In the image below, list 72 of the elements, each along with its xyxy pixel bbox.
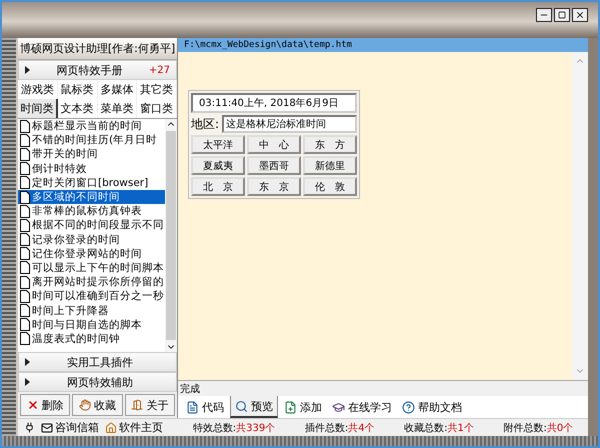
effect-list-item[interactable]: 定时关闭窗口[browser]	[18, 176, 165, 190]
footer-link[interactable]: 软件主页	[105, 420, 163, 435]
total-count: 特效总数:共339个	[192, 422, 276, 434]
category-tab[interactable]: 游戏类	[18, 80, 58, 99]
hand-icon	[78, 399, 91, 411]
category-tab[interactable]: 菜单类	[98, 99, 138, 118]
minimize-button[interactable]	[536, 8, 552, 22]
section-header[interactable]: 网页特效手册 +27	[18, 60, 177, 80]
action-button[interactable]: 收藏	[72, 394, 123, 416]
document-icon	[186, 400, 199, 414]
count-label: +27	[148, 64, 170, 76]
clock-field: 03:11:40上午, 2018年6月9日	[191, 93, 357, 113]
zone-button[interactable]: 夏威夷	[191, 156, 245, 175]
section-header[interactable]: 网页特效辅助	[18, 372, 177, 392]
section-label: 网页特效手册	[55, 62, 124, 78]
effect-list-item[interactable]: 多区域的不同时间	[18, 190, 165, 204]
cross-icon	[26, 399, 39, 411]
effect-list-item[interactable]: 非常棒的鼠标仿真钟表	[18, 204, 165, 218]
effect-list-item[interactable]: 根据不同的时间段显示不同	[18, 218, 165, 232]
zone-button[interactable]: 新德里	[303, 156, 357, 175]
total-count: 附件总数:共0个	[503, 422, 574, 434]
home-icon	[105, 422, 117, 434]
effect-list-item[interactable]: 时间与日期自选的脚本	[18, 318, 165, 332]
maximize-button[interactable]	[554, 8, 570, 22]
view-tab[interactable]: 预览	[230, 396, 278, 418]
effect-list-item[interactable]: 不错的时间挂历(年月日时	[18, 133, 165, 148]
zone-button[interactable]: 伦 敦	[303, 177, 357, 196]
file-path: F:\mcmx_WebDesign\data\temp.htm	[178, 38, 588, 52]
zone-button[interactable]: 太平洋	[191, 135, 245, 154]
plug-icon	[24, 422, 35, 433]
effect-list-item[interactable]: 时间可以准确到百分之一秒	[18, 289, 165, 304]
zone-button[interactable]: 东 京	[247, 177, 301, 196]
effect-list-item[interactable]: 标题栏显示当前的时间	[18, 119, 165, 134]
category-tab[interactable]: 其它类	[137, 80, 177, 99]
effect-list-item[interactable]: 记住你登录网站的时间	[18, 246, 165, 261]
effect-list-item[interactable]: 倒计时特效	[18, 162, 165, 176]
section-label: 网页特效辅助	[66, 374, 134, 390]
zone-button[interactable]: 东 方	[303, 135, 357, 154]
action-button[interactable]: 关于	[124, 394, 175, 416]
region-field: 这是格林尼治标准时间	[222, 115, 357, 133]
section-header[interactable]: 实用工具插件	[18, 352, 177, 372]
door-icon	[131, 399, 144, 411]
envelope-icon	[41, 422, 53, 434]
zone-button[interactable]: 中 心	[247, 135, 301, 154]
category-tab[interactable]: 文本类	[58, 99, 98, 118]
close-button[interactable]	[572, 8, 588, 22]
zone-button[interactable]: 墨西哥	[247, 156, 301, 175]
total-count: 收藏总数:共1个	[404, 422, 474, 434]
maximize-icon	[558, 11, 566, 19]
page-plus-icon	[284, 400, 297, 414]
effect-list-item[interactable]: 带开关的时间	[18, 147, 165, 162]
effect-list-item[interactable]: 离开网站时提示你所停留的	[18, 275, 165, 290]
close-icon	[575, 10, 585, 20]
triangle-icon	[25, 358, 30, 366]
category-tab[interactable]: 时间类	[18, 99, 58, 118]
zone-button[interactable]: 北 京	[191, 177, 245, 196]
help-icon	[402, 400, 415, 414]
effect-list-item[interactable]: 可以显示上下午的时间脚本	[18, 260, 165, 276]
action-button[interactable]: 删除	[20, 394, 70, 416]
footer-link[interactable]: 咨询信箱	[41, 420, 99, 435]
magnifier-icon	[235, 400, 248, 412]
effect-list-item[interactable]: 记录你登录的时间	[18, 232, 165, 247]
app-title: 博硕网页设计助理[作者:何勇平]	[18, 38, 177, 60]
effect-list-item[interactable]: 时间上下升降器	[18, 303, 165, 318]
scrollbar[interactable]	[165, 119, 177, 352]
triangle-icon	[25, 378, 30, 386]
section-label: 实用工具插件	[66, 354, 134, 370]
region-label: 地区:	[191, 116, 220, 132]
total-count: 插件总数:共4个	[304, 422, 375, 434]
effect-list-item[interactable]: 温度表式的时间钟	[18, 332, 165, 346]
graduation-cap-icon	[332, 400, 345, 414]
triangle-icon	[25, 66, 30, 74]
